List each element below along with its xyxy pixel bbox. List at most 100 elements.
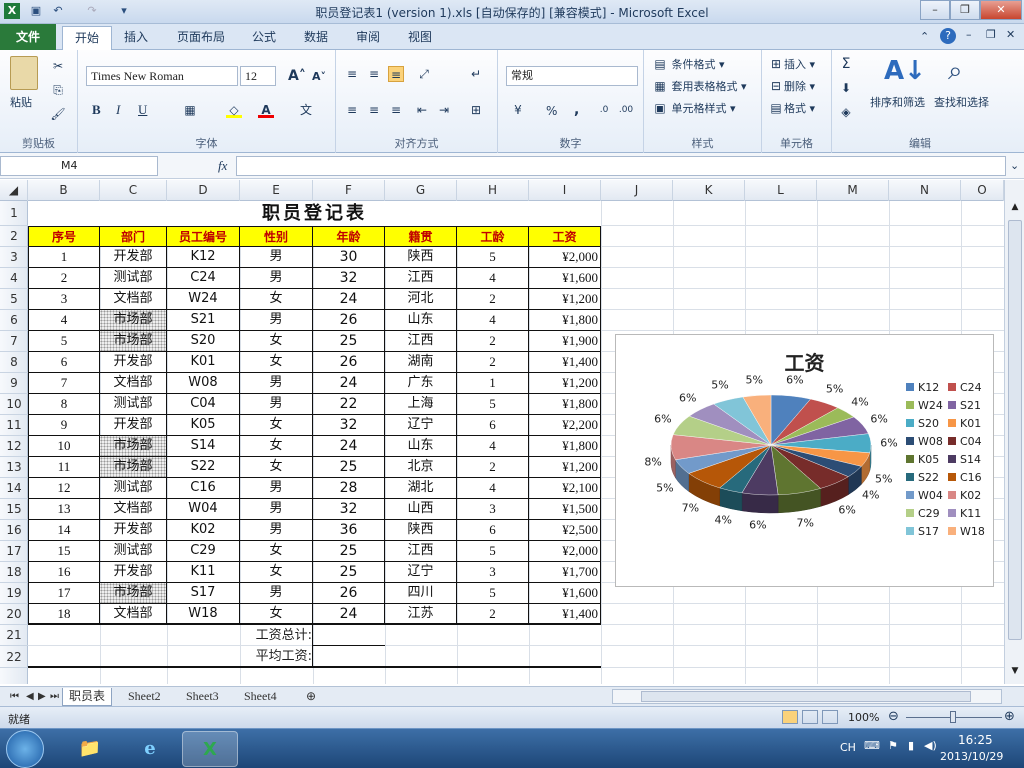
table-cell[interactable]: ¥2,500	[529, 520, 601, 541]
row-header[interactable]: 22	[0, 646, 28, 668]
table-cell[interactable]: ¥2,000	[529, 247, 601, 268]
table-cell[interactable]: 2	[457, 352, 529, 373]
borders-icon[interactable]: ▦	[182, 102, 198, 118]
tab-view[interactable]: 视图	[396, 26, 444, 50]
minimize-ribbon-icon[interactable]: ⌃	[920, 30, 929, 43]
table-cell[interactable]: 26	[313, 583, 385, 604]
table-cell[interactable]: 女	[240, 352, 313, 373]
table-cell[interactable]: 28	[313, 478, 385, 499]
table-cell[interactable]: 1	[28, 247, 100, 268]
table-cell[interactable]: 辽宁	[385, 562, 457, 583]
table-cell[interactable]: ¥1,600	[529, 268, 601, 289]
column-header[interactable]: C	[100, 180, 167, 201]
sort-filter-button[interactable]: 排序和筛选	[870, 94, 925, 110]
page-break-view-icon[interactable]	[822, 710, 838, 724]
table-cell[interactable]: 6	[457, 415, 529, 436]
table-cell[interactable]: 文档部	[100, 289, 167, 310]
table-cell[interactable]: 10	[28, 436, 100, 457]
table-cell[interactable]: 女	[240, 457, 313, 478]
row-header[interactable]: 2	[0, 226, 28, 247]
workbook-minimize-icon[interactable]: –	[966, 28, 972, 41]
column-header-cell[interactable]: 员工编号	[167, 226, 240, 247]
table-cell[interactable]: ¥2,000	[529, 541, 601, 562]
scroll-down-icon[interactable]: ▼	[1008, 666, 1022, 680]
table-cell[interactable]: ¥1,200	[529, 373, 601, 394]
table-cell[interactable]: 4	[457, 268, 529, 289]
table-cell[interactable]: 江苏	[385, 604, 457, 625]
column-header[interactable]: G	[385, 180, 457, 201]
table-cell[interactable]: 32	[313, 268, 385, 289]
table-cell[interactable]: 测试部	[100, 541, 167, 562]
conditional-format-button[interactable]: ▤ 条件格式 ▾	[652, 56, 724, 72]
input-language[interactable]: CH	[840, 741, 856, 754]
expand-formula-icon[interactable]: ⌄	[1010, 159, 1019, 172]
row-header[interactable]: 4	[0, 268, 28, 289]
table-cell[interactable]: 5	[28, 331, 100, 352]
row-header[interactable]: 20	[0, 604, 28, 625]
align-middle-icon[interactable]: ≡	[366, 66, 382, 82]
format-cells-button[interactable]: ▤ 格式 ▾	[768, 100, 815, 116]
help-icon[interactable]: ?	[940, 28, 956, 44]
table-cell[interactable]: 2	[457, 289, 529, 310]
select-all-corner[interactable]: ◢	[0, 180, 28, 201]
table-cell[interactable]: 女	[240, 436, 313, 457]
row-header[interactable]: 6	[0, 310, 28, 331]
column-header[interactable]: I	[529, 180, 601, 201]
column-header-cell[interactable]: 部门	[100, 226, 167, 247]
table-cell[interactable]: 上海	[385, 394, 457, 415]
table-cell[interactable]: 2	[457, 457, 529, 478]
table-cell[interactable]: 2	[457, 331, 529, 352]
table-cell[interactable]: C16	[167, 478, 240, 499]
column-header-cell[interactable]: 序号	[28, 226, 100, 247]
table-cell[interactable]: K05	[167, 415, 240, 436]
column-header-cell[interactable]: 工资	[529, 226, 601, 247]
table-cell[interactable]: S20	[167, 331, 240, 352]
percent-format-button[interactable]: %	[546, 104, 557, 118]
tab-page-layout[interactable]: 页面布局	[165, 26, 237, 50]
sheet-tab-4[interactable]: Sheet4	[238, 688, 283, 706]
sheet-tab-2[interactable]: Sheet2	[122, 688, 167, 706]
table-cell[interactable]: ¥1,600	[529, 583, 601, 604]
column-header[interactable]: E	[240, 180, 313, 201]
table-cell[interactable]: W18	[167, 604, 240, 625]
tab-file[interactable]: 文件	[0, 24, 56, 50]
row-header[interactable]: 18	[0, 562, 28, 583]
table-cell[interactable]: 市场部	[100, 331, 167, 352]
table-cell[interactable]: 2	[457, 604, 529, 625]
table-cell[interactable]: 5	[457, 247, 529, 268]
table-cell[interactable]: 开发部	[100, 352, 167, 373]
table-cell[interactable]: 16	[28, 562, 100, 583]
table-cell[interactable]: 男	[240, 478, 313, 499]
column-header[interactable]: M	[817, 180, 889, 201]
pie-chart[interactable]: 工资 K12 C24 W24 S21 S20 K01 W08 C04 K05 S14 S22 C16 W…	[615, 334, 994, 587]
comma-style-button[interactable]: ,	[574, 102, 579, 118]
font-size-select[interactable]: 12	[240, 66, 276, 86]
sheet-tab-3[interactable]: Sheet3	[180, 688, 225, 706]
excel-taskbar-icon[interactable]: X	[182, 731, 238, 767]
table-cell[interactable]: ¥1,900	[529, 331, 601, 352]
bold-button[interactable]: B	[92, 102, 101, 118]
table-cell[interactable]: 开发部	[100, 562, 167, 583]
workbook-close-icon[interactable]: ✕	[1006, 28, 1015, 41]
tab-data[interactable]: 数据	[292, 26, 340, 50]
table-cell[interactable]: 25	[313, 457, 385, 478]
table-cell[interactable]: 4	[457, 436, 529, 457]
table-cell[interactable]: 22	[313, 394, 385, 415]
table-cell[interactable]: 女	[240, 289, 313, 310]
table-cell[interactable]: S21	[167, 310, 240, 331]
find-select-button[interactable]: 查找和选择	[934, 94, 989, 110]
column-header[interactable]: F	[313, 180, 385, 201]
decrease-decimal-icon[interactable]: .00	[618, 102, 634, 118]
table-cell[interactable]: ¥2,100	[529, 478, 601, 499]
table-cell[interactable]: 4	[457, 478, 529, 499]
paste-button[interactable]: 粘贴	[10, 94, 32, 110]
column-header[interactable]: N	[889, 180, 961, 201]
table-cell[interactable]: 男	[240, 310, 313, 331]
row-header[interactable]: 11	[0, 415, 28, 436]
table-cell[interactable]: 男	[240, 394, 313, 415]
table-cell[interactable]: C24	[167, 268, 240, 289]
table-cell[interactable]: S17	[167, 583, 240, 604]
table-cell[interactable]: W24	[167, 289, 240, 310]
paste-icon[interactable]	[10, 56, 38, 90]
table-cell[interactable]: 市场部	[100, 457, 167, 478]
